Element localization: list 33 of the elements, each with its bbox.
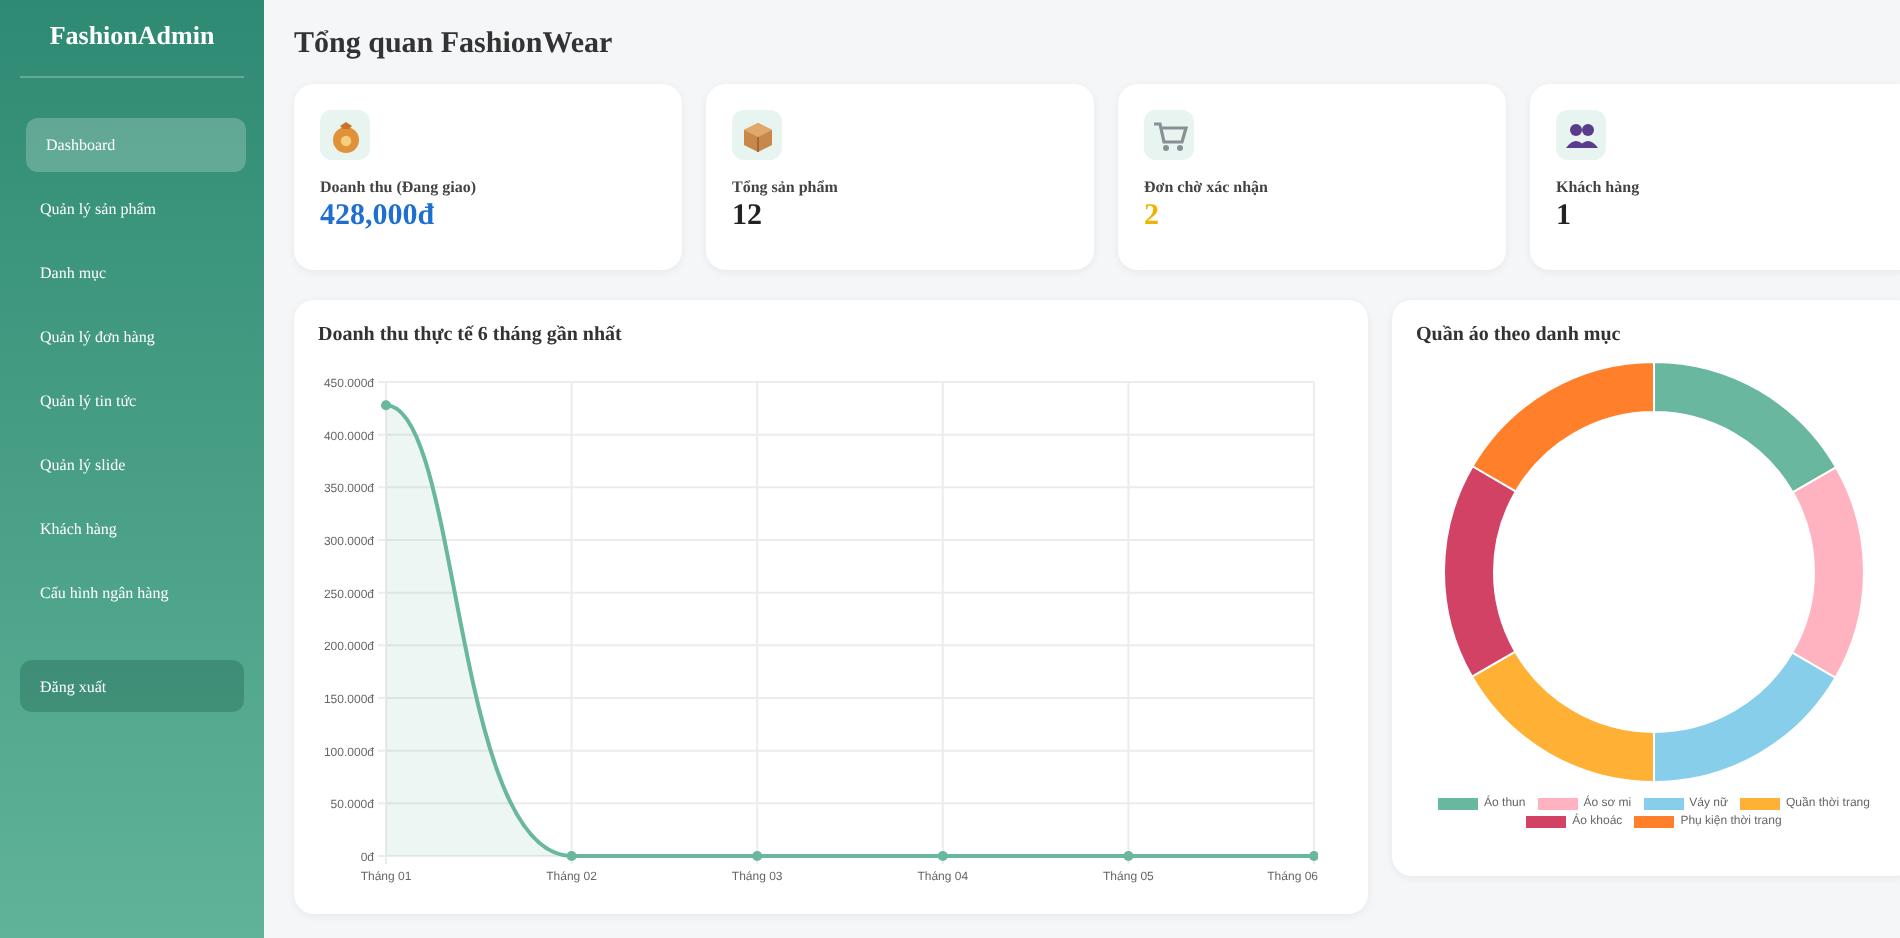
nav-item[interactable]: Quản lý đơn hàng [20,310,244,364]
legend-swatch [1526,816,1567,828]
page-title: Tổng quan FashionWear [294,26,615,64]
legend-swatch [1740,798,1781,810]
data-point [381,400,391,411]
stat-value: 2 [1144,200,1161,234]
brand-title: FashionAdmin [20,0,244,78]
nav-item[interactable]: Dashboard [26,118,246,172]
nav-item[interactable]: Danh mục [20,246,244,300]
stat-value: 428,000đ [320,200,437,234]
stat-value: 12 [732,200,764,234]
stat-label: Khách hàng [1556,178,1642,196]
stat-label: Đơn chờ xác nhận [1144,178,1270,196]
data-point [566,851,577,861]
nav-item[interactable]: Quản lý slide [20,438,244,492]
data-point [1309,851,1318,861]
legend-swatch [1537,798,1578,810]
data-point [937,851,948,861]
legend-swatch [1634,816,1675,828]
data-point [752,851,763,861]
legend-swatch [1643,798,1684,810]
nav-item[interactable]: Quản lý tin tức [20,374,244,428]
chart-title: Quần áo theo danh mục [1416,324,1623,346]
stat-value: 1 [1556,200,1573,234]
nav-item[interactable]: Khách hàng [20,502,244,556]
legend-swatch [1438,798,1479,810]
nav-item[interactable]: Quản lý sản phẩm [20,182,244,236]
logout-button[interactable]: Đăng xuất [20,660,244,712]
chart-title: Doanh thu thực tế 6 tháng gần nhất [318,324,624,346]
nav-item[interactable]: Cấu hình ngân hàng [20,566,244,620]
stat-label: Tổng sản phẩm [732,178,840,196]
stat-label: Doanh thu (Đang giao) [320,178,479,196]
data-point [1123,851,1134,861]
